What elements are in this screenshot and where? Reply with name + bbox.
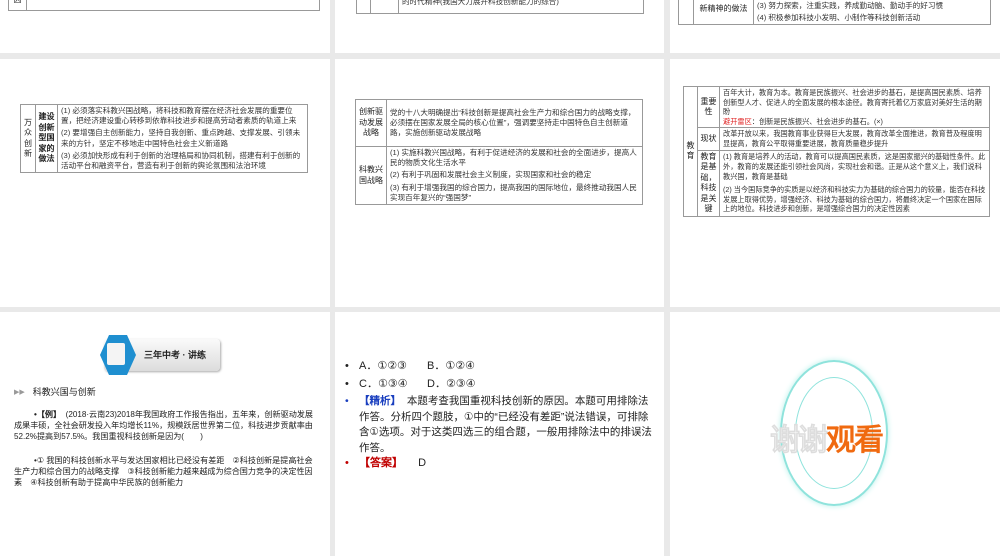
table-cell: 现状 bbox=[697, 127, 720, 151]
slide-thumbnail-6[interactable]: 教育 重要性 百年大计，教育为本。教育是民族振兴、社会进步的基石，是提高国民素质… bbox=[670, 59, 1000, 307]
warning-label: 避开雷区 bbox=[723, 116, 752, 126]
analysis-text: 本题考查我国重视科技创新的原因。本题可用排除法作答。分析四个题肢，①中的“已经没… bbox=[359, 395, 652, 454]
table-cell: 创新驱动发展战略 bbox=[355, 99, 387, 147]
table-fragment: 因 bbox=[8, 0, 320, 11]
section-banner: 三年中考 · 讲练 bbox=[100, 335, 220, 375]
education-table: 教育 重要性 百年大计，教育为本。教育是民族振兴、社会进步的基石，是提高国民素质… bbox=[683, 85, 990, 217]
cell-text: 百年大计，教育为本。教育是民族振兴、社会进步的基石，是提高国民素质、培养创新型人… bbox=[723, 88, 982, 117]
slide-thumbnail-2[interactable]: 的时代精神(我国大力展开科技创新能力的综合) bbox=[335, 0, 664, 53]
table-cell: 改革开放以来，我国教育事业获得巨大发展，教育改革全面推进，教育普及程度明显提高，… bbox=[719, 127, 990, 151]
thanks-white: 谢谢 bbox=[770, 424, 829, 458]
option-row: • A．①②③ B．①②④ bbox=[345, 358, 655, 375]
option-a: A．①②③ bbox=[359, 360, 407, 372]
innovation-table: 万众创新 建设创新型国家的做法 (1) 必须落实科教兴国战略，将科技和教育摆在经… bbox=[20, 103, 308, 174]
strategy-table: 创新驱动发展战略 党的十八大明确提出“科技创新是提高社会生产力和综合国力的战略支… bbox=[355, 99, 643, 206]
table-cell bbox=[356, 0, 371, 14]
table-cell bbox=[678, 0, 694, 26]
table-cell: 建设创新型国家的做法 bbox=[35, 103, 58, 174]
table-cell: 教育 bbox=[683, 86, 698, 217]
table-cell: 重要性 bbox=[697, 85, 720, 129]
table-cell: 教育是基础，科技是关键 bbox=[697, 149, 720, 217]
warning-text: ：创新是民族振兴、社会进步的基石。(×) bbox=[751, 116, 883, 126]
table-cell: 的时代精神(我国大力展开科技创新能力的综合) bbox=[398, 0, 644, 14]
table-fragment: 的时代精神(我国大力展开科技创新能力的综合) bbox=[356, 0, 644, 14]
table-cell: 百年大计，教育为本。教育是民族振兴、社会进步的基石，是提高国民素质、培养创新型人… bbox=[719, 85, 990, 129]
example-question: •【例】 (2018·云南23)2018年我国政府工作报告指出，五年来，创新驱动… bbox=[14, 409, 314, 442]
table-cell: 新精神的做法 bbox=[693, 0, 754, 26]
table-cell bbox=[370, 0, 399, 14]
table-cell: (2) 要增强自主创新能力，坚持自我创新、重点跨越、支撑发展、引领未来的方针，坚… bbox=[57, 127, 308, 150]
slide-thumbnail-5[interactable]: 创新驱动发展战略 党的十八大明确提出“科技创新是提高社会生产力和综合国力的战略支… bbox=[335, 59, 664, 307]
table-cell: (3) 努力探索，注重实践，养成勤动脑、勤动手的好习惯 bbox=[753, 0, 991, 13]
answer-value: D bbox=[418, 457, 427, 469]
option-d: D．②③④ bbox=[427, 378, 476, 390]
option-b: B．①②④ bbox=[427, 360, 475, 372]
table-cell: (1) 实施科教兴国战略，有利于促进经济的发展和社会的全面进步，提高人民的物质文… bbox=[386, 146, 643, 170]
table-cell: (4) 积极参加科技小发明、小制作等科技创新活动 bbox=[753, 12, 991, 26]
bullet-arrow-icon: ▶▶ bbox=[14, 388, 25, 396]
table-cell: 万众创新 bbox=[20, 103, 36, 174]
table-cell: (3) 必须加快形成有利于创新的治理格局和协同机制，搭建有利于创新的活动平台和融… bbox=[57, 149, 308, 174]
table-cell bbox=[26, 0, 320, 11]
slide-thumbnail-3[interactable]: 新精神的做法 (3) 努力探索，注重实践，养成勤动脑、勤动手的好习惯 (4) 积极… bbox=[670, 0, 1000, 53]
slide-thumbnail-9[interactable]: 谢谢观看 bbox=[670, 312, 1000, 556]
table-cell: (3) 有利于增强我国的综合国力，提高我国的国际地位，最终推动我国人民实现百年复… bbox=[386, 181, 643, 206]
table-cell: (2) 当今国际竞争的实质是以经济和科技实力为基础的综合国力的较量，能否在科技发… bbox=[719, 183, 990, 217]
option-c: C．①③④ bbox=[359, 378, 408, 390]
table-cell: 党的十八大明确提出“科技创新是提高社会生产力和综合国力的战略支撑，必须摆在国家发… bbox=[386, 99, 643, 147]
slide-thumbnail-4[interactable]: 万众创新 建设创新型国家的做法 (1) 必须落实科教兴国战略，将科技和教育摆在经… bbox=[0, 59, 330, 307]
option-row: • C．①③④ D．②③④ bbox=[345, 376, 655, 393]
analysis: • 【精析】 本题考查我国重视科技创新的原因。本题可用排除法作答。分析四个题肢，①… bbox=[345, 395, 652, 454]
subheading: ▶▶ 科教兴国与创新 bbox=[14, 385, 96, 398]
table-fragment: 新精神的做法 (3) 努力探索，注重实践，养成勤动脑、勤动手的好习惯 (4) 积极… bbox=[678, 0, 991, 26]
table-cell: 科教兴国战略 bbox=[355, 145, 387, 206]
slide-thumbnail-8[interactable]: • A．①②③ B．①②④ • C．①③④ D．②③④ • 【精析】 本题考查我国重视科技… bbox=[335, 312, 664, 556]
example-label: •【例】 bbox=[34, 410, 62, 419]
table-cell: (1) 必须落实科教兴国战略，将科技和教育摆在经济社会发展的重要位置，把经济建设… bbox=[57, 104, 308, 128]
table-cell: (2) 有利于巩固和发展社会主义制度，实现国家和社会的稳定 bbox=[386, 169, 643, 182]
example-statements: •① 我国的科技创新水平与发达国家相比已经没有差距 ②科技创新是提高社会生产力和… bbox=[14, 456, 313, 487]
banner-title: 三年中考 · 讲练 bbox=[144, 350, 206, 360]
table-cell: 因 bbox=[8, 0, 27, 11]
thanks-orange: 观看 bbox=[826, 424, 884, 457]
analysis-label: 【精析】 bbox=[359, 395, 401, 407]
hexagon-badge-icon bbox=[100, 335, 136, 375]
subheading-text: 科教兴国与创新 bbox=[32, 387, 96, 397]
slide-thumbnail-1[interactable]: 因 bbox=[0, 0, 330, 53]
thanks-text: 谢谢观看 bbox=[770, 415, 884, 459]
answer: • 【答案】 D bbox=[345, 455, 655, 472]
answer-label: 【答案】 bbox=[359, 457, 403, 469]
table-cell: (1) 教育是培养人的活动，教育可以提高国民素质，这是国家振兴的基础性条件。此外… bbox=[719, 149, 990, 184]
slide-thumbnail-7[interactable]: 三年中考 · 讲练 ▶▶ 科教兴国与创新 •【例】 (2018·云南23)2018… bbox=[0, 312, 330, 556]
